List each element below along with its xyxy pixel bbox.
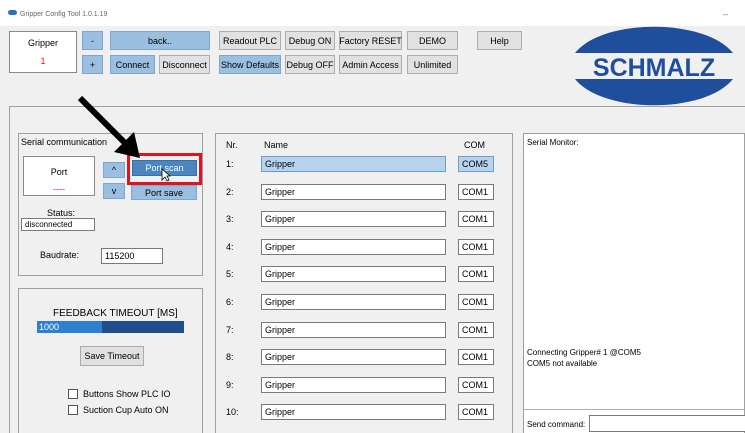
port-label: Port bbox=[50, 167, 68, 177]
unlimited-button[interactable]: Unlimited bbox=[407, 55, 458, 74]
port-value: ---- bbox=[53, 184, 65, 194]
admin-access-button[interactable]: Admin Access bbox=[339, 55, 402, 74]
com-port-field[interactable]: COM1 bbox=[458, 238, 494, 255]
buttons-show-plc-io-label: Buttons Show PLC IO bbox=[83, 389, 171, 399]
row-number: 7: bbox=[226, 324, 234, 335]
gripper-name-field[interactable]: Gripper bbox=[261, 294, 446, 310]
com-port-field[interactable]: COM5 bbox=[458, 156, 494, 172]
readout-plc-button[interactable]: Readout PLC bbox=[219, 31, 281, 50]
send-command-label: Send command: bbox=[527, 420, 586, 429]
row-number: 10: bbox=[226, 407, 239, 418]
row-number: 8: bbox=[226, 352, 234, 363]
plus-button[interactable]: + bbox=[82, 55, 103, 74]
feedback-title: FEEDBACK TIMEOUT [MS] bbox=[53, 308, 178, 319]
monitor-line-2: COM5 not available bbox=[527, 359, 598, 368]
row-number: 3: bbox=[226, 214, 234, 225]
row-number: 6: bbox=[226, 297, 234, 307]
header-nr: Nr. bbox=[226, 140, 238, 150]
minus-button[interactable]: - bbox=[82, 31, 103, 50]
baudrate-label: Baudrate: bbox=[40, 250, 80, 260]
header-name: Name bbox=[264, 140, 289, 150]
com-port-field[interactable]: COM1 bbox=[458, 266, 494, 283]
window-title: Gripper Config Tool 1.0.1.19 bbox=[20, 11, 108, 18]
feedback-panel: FEEDBACK TIMEOUT [MS] 1000 Save Timeout … bbox=[18, 288, 203, 433]
gripper-name-field[interactable]: Gripper bbox=[261, 349, 446, 366]
com-port-field[interactable]: COM1 bbox=[458, 349, 494, 366]
gripper-table-panel: Nr. Name COM 1: Gripper COM5 2: Gripper COM1 3… bbox=[215, 133, 513, 433]
row-number: 9: bbox=[226, 379, 234, 390]
com-port-field[interactable]: COM1 bbox=[458, 321, 494, 338]
gripper-name-field[interactable]: Gripper bbox=[261, 376, 446, 393]
gripper-name-field[interactable]: Gripper bbox=[261, 404, 446, 421]
header-com: COM bbox=[464, 140, 485, 150]
device-box: Gripper 1 bbox=[9, 31, 77, 73]
port-save-button[interactable]: Port save bbox=[131, 185, 197, 200]
com-port-field[interactable]: COM1 bbox=[458, 294, 494, 310]
com-port-field[interactable]: COM1 bbox=[458, 376, 494, 393]
minimize-button[interactable]: – bbox=[723, 9, 728, 19]
serial-monitor-panel: Serial Monitor: Connecting Gripper# 1 @C… bbox=[523, 133, 745, 433]
gripper-name-field[interactable]: Gripper bbox=[261, 321, 446, 338]
gripper-name-field[interactable]: Gripper bbox=[261, 266, 446, 283]
gripper-name-field[interactable]: Gripper bbox=[261, 211, 446, 228]
schmalz-logo: SCHMALZ bbox=[575, 26, 733, 106]
port-up-button[interactable]: ^ bbox=[103, 162, 125, 178]
feedback-value: 1000 bbox=[39, 322, 60, 332]
port-down-button[interactable]: v bbox=[103, 183, 125, 199]
serial-monitor-title: Serial Monitor: bbox=[527, 138, 579, 147]
gripper-name-field[interactable]: Gripper bbox=[261, 238, 446, 255]
debug-off-button[interactable]: Debug OFF bbox=[285, 55, 335, 74]
disconnect-button[interactable]: Disconnect bbox=[159, 55, 210, 74]
row-number: 1: bbox=[226, 159, 234, 169]
arrow-annotation-icon bbox=[77, 95, 140, 158]
com-port-field[interactable]: COM1 bbox=[458, 183, 494, 200]
baudrate-field[interactable]: 115200 bbox=[101, 248, 163, 264]
logo-text: SCHMALZ bbox=[593, 54, 715, 82]
show-defaults-button[interactable]: Show Defaults bbox=[219, 55, 281, 74]
device-label: Gripper bbox=[27, 38, 58, 48]
monitor-line-1: Connecting Gripper# 1 @COM5 bbox=[527, 348, 641, 357]
status-field: disconnected bbox=[21, 218, 95, 231]
app-icon bbox=[8, 10, 17, 15]
row-number: 2: bbox=[226, 186, 234, 197]
mouse-cursor-icon bbox=[161, 168, 171, 182]
factory-reset-button[interactable]: Factory RESET bbox=[339, 31, 402, 50]
gripper-name-field[interactable]: Gripper bbox=[261, 183, 446, 200]
help-button[interactable]: Help bbox=[477, 31, 522, 50]
suction-cup-auto-on-label: Suction Cup Auto ON bbox=[83, 405, 169, 415]
com-port-field[interactable]: COM1 bbox=[458, 404, 494, 421]
connect-button[interactable]: Connect bbox=[110, 55, 155, 74]
status-label: Status: bbox=[47, 208, 76, 218]
buttons-show-plc-io-checkbox[interactable] bbox=[68, 389, 78, 399]
feedback-timeout-bar[interactable]: 1000 bbox=[37, 321, 184, 333]
send-divider bbox=[524, 409, 744, 410]
gripper-name-field[interactable]: Gripper bbox=[261, 156, 446, 172]
device-value: 1 bbox=[40, 56, 46, 66]
row-number: 5: bbox=[226, 269, 234, 280]
back-button[interactable]: back.. bbox=[110, 31, 210, 50]
suction-cup-auto-on-checkbox[interactable] bbox=[68, 405, 78, 415]
debug-on-button[interactable]: Debug ON bbox=[285, 31, 335, 50]
demo-button[interactable]: DEMO bbox=[407, 31, 458, 50]
save-timeout-button[interactable]: Save Timeout bbox=[80, 346, 144, 366]
row-number: 4: bbox=[226, 241, 234, 252]
send-command-input[interactable] bbox=[589, 415, 745, 432]
com-port-field[interactable]: COM1 bbox=[458, 211, 494, 228]
